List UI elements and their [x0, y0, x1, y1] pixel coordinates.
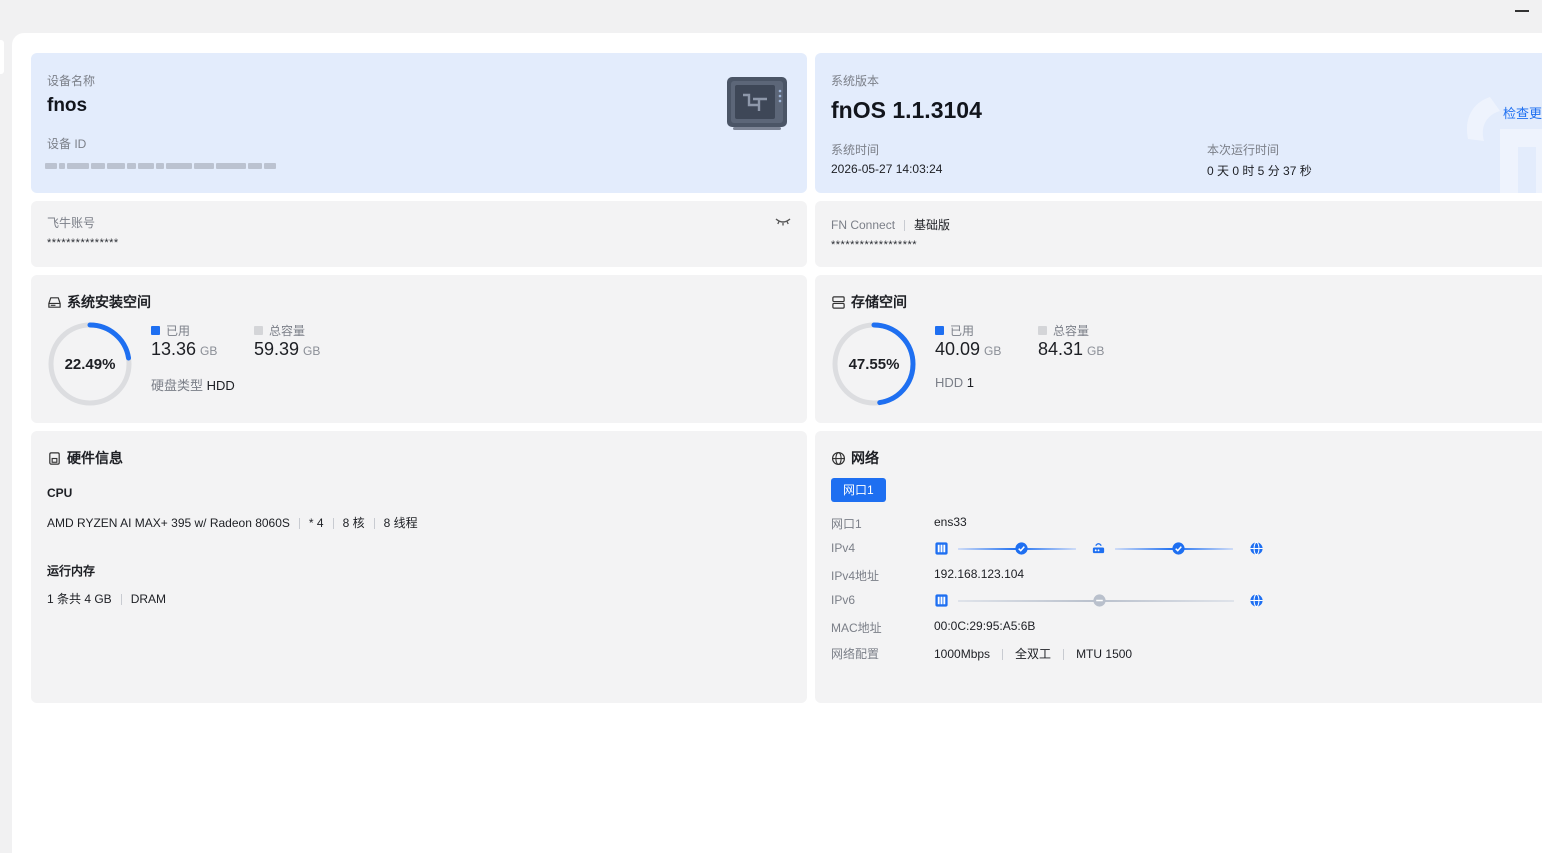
- fn-connect-card: FN Connect 基础版 ******************: [815, 201, 1542, 267]
- internet-globe-icon: [1250, 541, 1263, 556]
- net-config-label: 网络配置: [831, 647, 880, 661]
- storage-percent: 47.55%: [848, 355, 900, 373]
- hdd-count: HDD 1: [935, 375, 975, 390]
- install-space-title: 系统安装空间: [47, 292, 151, 312]
- storage-used-legend: 已用: [935, 322, 974, 339]
- fn-connect-label: FN Connect 基础版: [831, 216, 950, 233]
- ipv6-disconnected-icon: [1093, 594, 1106, 607]
- uptime-label: 本次运行时间: [1207, 143, 1280, 157]
- nas-device-icon: [727, 77, 787, 130]
- install-used-value: 13.36 GB: [151, 339, 218, 359]
- system-time-label: 系统时间: [831, 143, 880, 157]
- hardware-icon: [49, 451, 60, 465]
- network-card: 网络 网口1 网口1 ens33 IPv4 IPv4地址 192.168.123…: [815, 431, 1542, 703]
- ipv4-check-icon-2: [1172, 542, 1185, 555]
- hard-drive-icon: [48, 296, 61, 308]
- ethernet-port-icon-ipv6: [935, 594, 948, 607]
- memory-label: 运行内存: [47, 564, 96, 578]
- globe-icon: [831, 451, 846, 465]
- network-title: 网络: [831, 448, 879, 468]
- port-label: 网口1: [831, 517, 862, 531]
- fn-connect-name: FN Connect: [831, 218, 896, 232]
- device-card: 设备名称 fnos 设备 ID: [31, 53, 807, 193]
- install-space-percent: 22.49%: [64, 355, 116, 373]
- storage-icon: [832, 295, 845, 309]
- system-version-label: 系统版本: [831, 74, 880, 88]
- fnos-watermark-icon: [1466, 97, 1542, 193]
- install-total-legend: 总容量: [254, 322, 305, 339]
- ipv4-check-icon-1: [1015, 542, 1028, 555]
- storage-total-legend: 总容量: [1038, 322, 1089, 339]
- net-config: 1000Mbps 全双工 MTU 1500: [934, 647, 1133, 661]
- cpu-label: CPU: [47, 486, 73, 500]
- minimize-button[interactable]: [1515, 10, 1529, 12]
- ipv6-label: IPv6: [831, 593, 856, 607]
- cpu-info: AMD RYZEN AI MAX+ 395 w/ Radeon 8060S * 4…: [47, 516, 418, 530]
- fn-connect-plan: 基础版: [914, 218, 951, 232]
- install-total-value: 59.39 GB: [254, 339, 321, 359]
- mac-address: 00:0C:29:95:A5:6B: [934, 619, 1036, 633]
- storage-card: 存储空间 47.55% 已用 40.09 GB 总容量 84.31 GB HDD 1: [815, 275, 1542, 423]
- storage-title: 存储空间: [831, 292, 907, 312]
- memory-info: 1 条共 4 GB DRAM: [47, 592, 167, 606]
- fn-connect-value: ******************: [831, 239, 918, 251]
- uptime: 0 天 0 时 5 分 37 秒: [1207, 164, 1312, 178]
- device-id-blurred: [45, 161, 276, 171]
- storage-used-value: 40.09 GB: [935, 339, 1002, 359]
- install-space-card: 系统安装空间 22.49% 已用 13.36 GB 总容量 59.39 GB 硬盘类…: [31, 275, 807, 423]
- device-name: fnos: [47, 95, 88, 116]
- ipv4-label: IPv4: [831, 541, 856, 555]
- storage-total-value: 84.31 GB: [1038, 339, 1105, 359]
- ipv4-address-label: IPv4地址: [831, 569, 880, 583]
- device-id-label: 设备 ID: [47, 137, 87, 151]
- port-value: ens33: [934, 515, 967, 529]
- install-space-title-text: 系统安装空间: [67, 294, 151, 310]
- hardware-title-text: 硬件信息: [67, 450, 123, 466]
- hardware-card: 硬件信息 CPU AMD RYZEN AI MAX+ 395 w/ Radeon…: [31, 431, 807, 703]
- router-icon: [1092, 543, 1105, 554]
- storage-title-text: 存储空间: [851, 294, 907, 310]
- network-title-text: 网络: [851, 450, 879, 466]
- storage-donut: 47.55%: [831, 321, 917, 407]
- system-version: fnOS 1.1.3104: [831, 97, 982, 123]
- account-value: ***************: [47, 237, 119, 249]
- system-card: 系统版本 fnOS 1.1.3104 检查更 系统时间 2026-05-27 1…: [815, 53, 1542, 193]
- device-name-label: 设备名称: [47, 74, 96, 88]
- hardware-title: 硬件信息: [47, 448, 123, 468]
- ipv4-address: 192.168.123.104: [934, 567, 1025, 581]
- sidebar-handle[interactable]: [0, 40, 4, 74]
- system-time: 2026-05-27 14:03:24: [831, 162, 943, 176]
- account-label: 飞牛账号: [47, 216, 96, 230]
- tab-port-1[interactable]: 网口1: [831, 478, 886, 502]
- eye-closed-icon[interactable]: [775, 215, 791, 227]
- install-used-legend: 已用: [151, 322, 190, 339]
- install-space-donut: 22.49%: [47, 321, 133, 407]
- ipv6-globe-icon: [1250, 593, 1263, 608]
- account-card: 飞牛账号 ***************: [31, 201, 807, 267]
- main-panel: 设备名称 fnos 设备 ID 系统版本 fnOS 1.1.3104 检查更 系…: [12, 33, 1542, 853]
- ethernet-port-icon: [935, 542, 948, 555]
- mac-label: MAC地址: [831, 621, 882, 635]
- disk-type: 硬盘类型 HDD: [151, 378, 235, 393]
